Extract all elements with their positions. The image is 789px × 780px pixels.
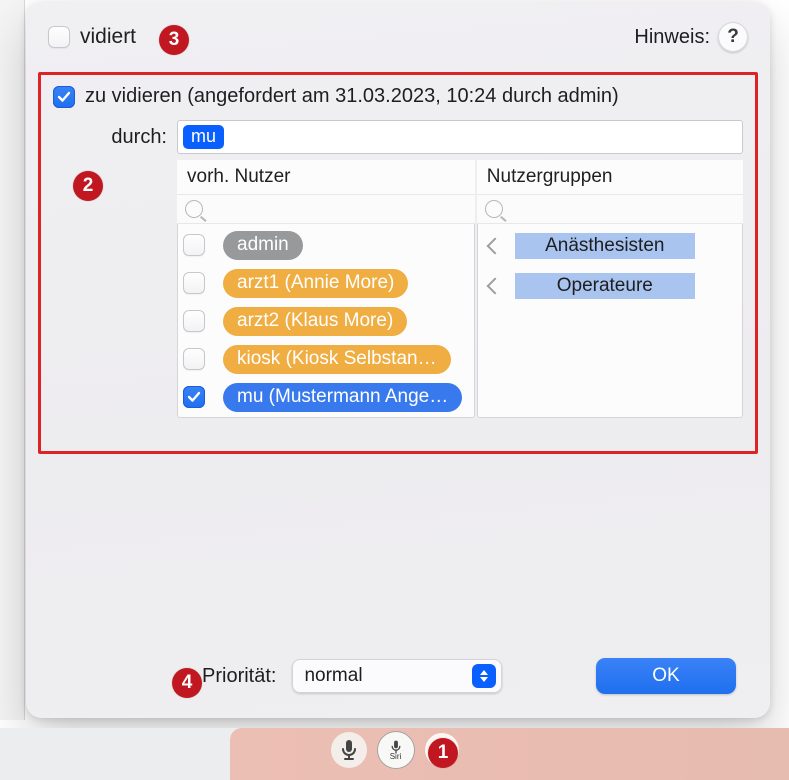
users-list-body: admin arzt1 (Annie More) arzt2 (Klaus More…	[177, 224, 475, 418]
microphone-icon	[340, 739, 358, 761]
group-badge: Operateure	[515, 273, 695, 299]
user-pill: arzt1 (Annie More)	[223, 269, 408, 298]
priority-value: normal	[304, 665, 362, 687]
search-icon	[185, 200, 203, 218]
user-checkbox[interactable]	[183, 234, 205, 256]
durch-label: durch:	[53, 126, 177, 149]
priority-label: Priorität:	[202, 665, 276, 688]
microphone-button[interactable]	[331, 732, 367, 768]
user-item[interactable]: admin	[183, 230, 469, 260]
user-checkbox[interactable]	[183, 272, 205, 294]
user-checkbox[interactable]	[183, 348, 205, 370]
zu-vidieren-section: zu vidieren (angefordert am 31.03.2023, …	[38, 72, 758, 454]
vidiert-label: vidiert	[80, 25, 136, 49]
priority-select[interactable]: normal	[292, 659, 502, 693]
user-pill: arzt2 (Klaus More)	[223, 307, 407, 336]
groups-search[interactable]	[477, 194, 743, 224]
user-item[interactable]: mu (Mustermann Ange…	[183, 382, 469, 412]
user-checkbox[interactable]	[183, 310, 205, 332]
search-icon	[485, 200, 503, 218]
annotation-3: 3	[159, 25, 189, 55]
vidieren-dialog: vidiert Hinweis: ? zu vidieren (angeford…	[26, 2, 770, 718]
zu-vidieren-label: zu vidieren (angefordert am 31.03.2023, …	[85, 85, 619, 108]
user-item[interactable]: kiosk (Kiosk Selbstan…	[183, 344, 469, 374]
user-item[interactable]: arzt1 (Annie More)	[183, 268, 469, 298]
siri-dictation-button[interactable]: Siri	[377, 731, 415, 769]
groups-list-body: Anästhesisten Operateure	[477, 224, 743, 308]
lists-row: vorh. Nutzer admin arzt1 (Annie More) arzt…	[177, 160, 743, 418]
groups-header: Nutzergruppen	[477, 160, 743, 194]
durch-token[interactable]: mu	[183, 125, 224, 149]
chevron-left-icon	[486, 278, 503, 295]
chevron-left-icon	[486, 238, 503, 255]
annotation-1: 1	[428, 738, 458, 768]
annotation-4: 4	[172, 668, 202, 698]
user-pill: admin	[223, 231, 303, 260]
annotation-2: 2	[73, 171, 103, 201]
user-pill: kiosk (Kiosk Selbstan…	[223, 345, 451, 374]
durch-row: durch: mu	[53, 120, 743, 154]
users-header: vorh. Nutzer	[177, 160, 475, 194]
groups-column: Nutzergruppen Anästhesisten Operateure	[477, 160, 743, 418]
hinweis-label: Hinweis:	[634, 26, 710, 49]
ok-button[interactable]: OK	[596, 658, 736, 694]
durch-input[interactable]: mu	[177, 120, 743, 154]
user-checkbox[interactable]	[183, 386, 205, 408]
user-item[interactable]: arzt2 (Klaus More)	[183, 306, 469, 336]
help-button[interactable]: ?	[718, 22, 748, 52]
zu-vidieren-checkbox[interactable]	[53, 86, 75, 108]
group-item[interactable]: Operateure	[483, 270, 737, 302]
siri-label: Siri	[390, 752, 402, 761]
group-badge: Anästhesisten	[515, 233, 695, 259]
priority-row: Priorität: normal OK	[26, 656, 770, 696]
top-row: vidiert Hinweis: ?	[48, 20, 748, 54]
bottom-bar: Siri	[0, 720, 789, 780]
user-pill: mu (Mustermann Ange…	[223, 383, 462, 412]
users-column: vorh. Nutzer admin arzt1 (Annie More) arzt…	[177, 160, 475, 418]
obscured-background	[0, 0, 25, 720]
select-arrows-icon	[472, 664, 496, 688]
vidiert-checkbox[interactable]	[48, 26, 70, 48]
zu-vidieren-row: zu vidieren (angefordert am 31.03.2023, …	[53, 85, 743, 108]
users-search[interactable]	[177, 194, 475, 224]
group-item[interactable]: Anästhesisten	[483, 230, 737, 262]
